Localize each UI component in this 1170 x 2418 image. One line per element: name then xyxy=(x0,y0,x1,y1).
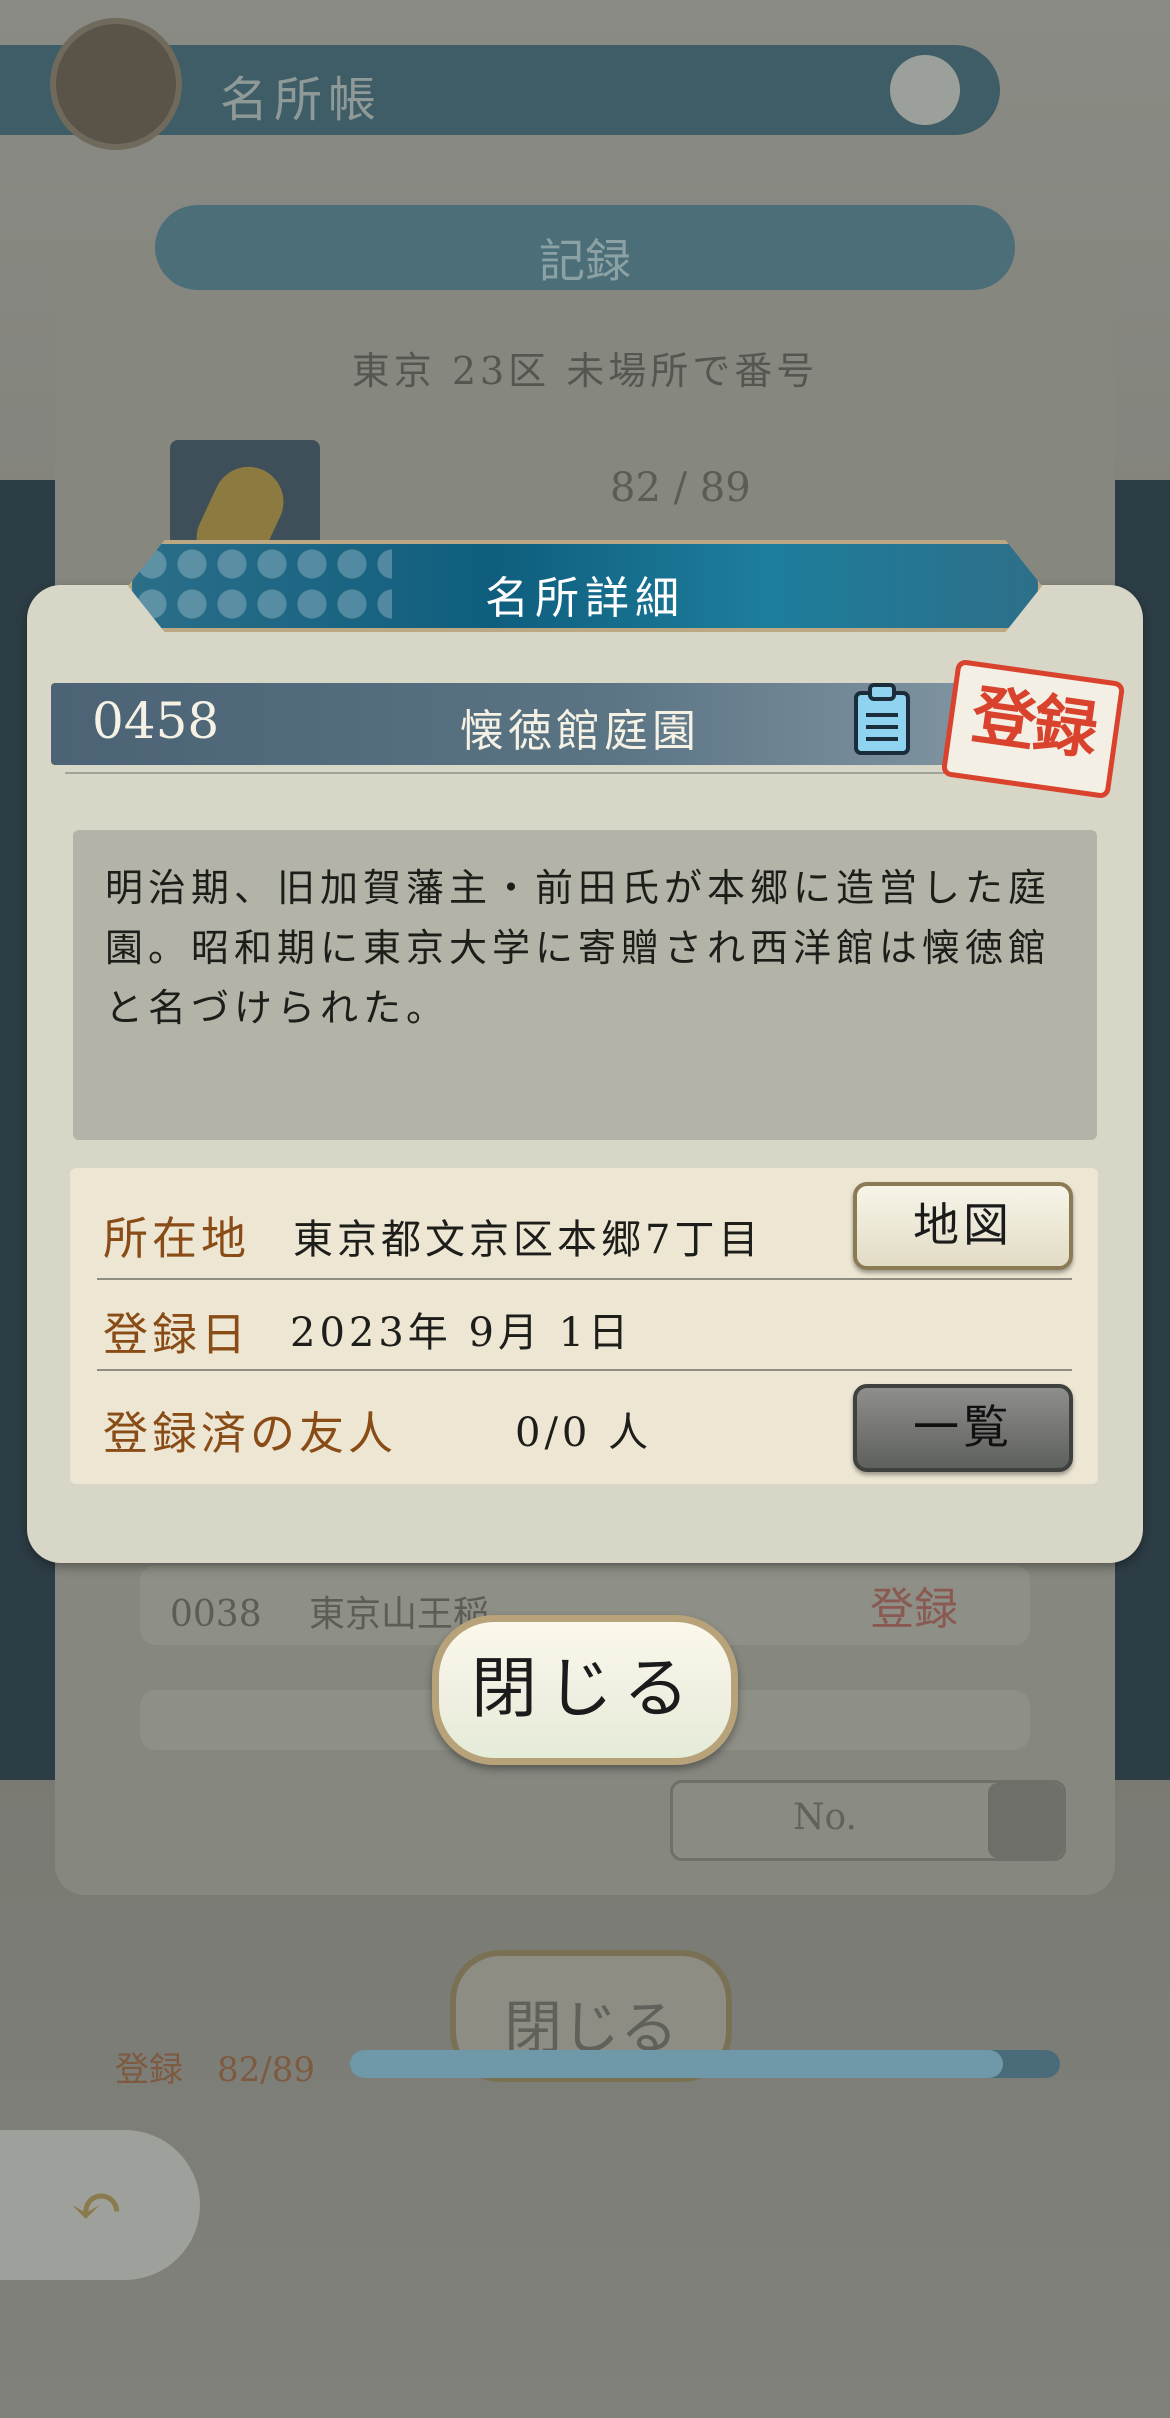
background-progress-fill xyxy=(350,2050,1004,2078)
friends-list-button[interactable]: 一覧 xyxy=(853,1384,1073,1472)
background-progress-bar xyxy=(350,2050,1060,2078)
registered-friends-label: 登録済の友人 xyxy=(103,1407,398,1460)
info-divider xyxy=(97,1369,1072,1371)
background-banner-label: 記録 xyxy=(539,234,631,288)
background-filter-button xyxy=(988,1783,1063,1858)
entry-number: 0458 xyxy=(92,692,220,750)
close-button[interactable]: 閉じる xyxy=(432,1615,738,1765)
info-divider xyxy=(97,1278,1072,1280)
clipboard-icon[interactable] xyxy=(852,683,912,755)
background-item-count: 82 / 89 xyxy=(610,465,751,511)
modal-title: 名所詳細 xyxy=(485,573,685,624)
registered-stamp: 登録 xyxy=(940,658,1126,800)
background-subtitle: 東京 23区 未場所で番号 xyxy=(351,349,819,393)
background-filter-select: No. xyxy=(670,1780,1066,1861)
registration-date-label: 登録日 xyxy=(103,1308,251,1361)
registered-friends-count: 0/0 人 xyxy=(515,1410,653,1456)
background-banner: 記録 xyxy=(155,205,1015,290)
registration-date-value: 2023年 9月 1日 xyxy=(290,1310,633,1356)
background-filter-label: No. xyxy=(793,1797,857,1838)
modal-header: 名所詳細 xyxy=(128,540,1042,632)
background-back-circle-icon xyxy=(50,18,182,150)
entry-name: 懐徳館庭園 xyxy=(460,706,700,757)
background-header-title: 名所帳 xyxy=(220,72,383,128)
background-return-button: ↶ xyxy=(0,2130,200,2280)
location-label: 所在地 xyxy=(103,1212,251,1265)
map-button[interactable]: 地図 xyxy=(853,1182,1073,1270)
description-text: 明治期、旧加賀藩主・前田氏が本郷に造営した庭園。昭和期に東京大学に寄贈され西洋館… xyxy=(105,866,1052,1030)
background-gear-icon xyxy=(890,55,960,125)
background-progress-label: 登録 82/89 xyxy=(115,2050,315,2090)
entry-divider xyxy=(65,772,1085,774)
location-value: 東京都文京区本郷7丁目 xyxy=(293,1217,763,1263)
background-list-row-label: 0038 東京山王稲 xyxy=(170,1594,490,1635)
background-stamp: 登録 xyxy=(870,1584,958,1635)
return-arrow-icon: ↶ xyxy=(70,2170,124,2244)
